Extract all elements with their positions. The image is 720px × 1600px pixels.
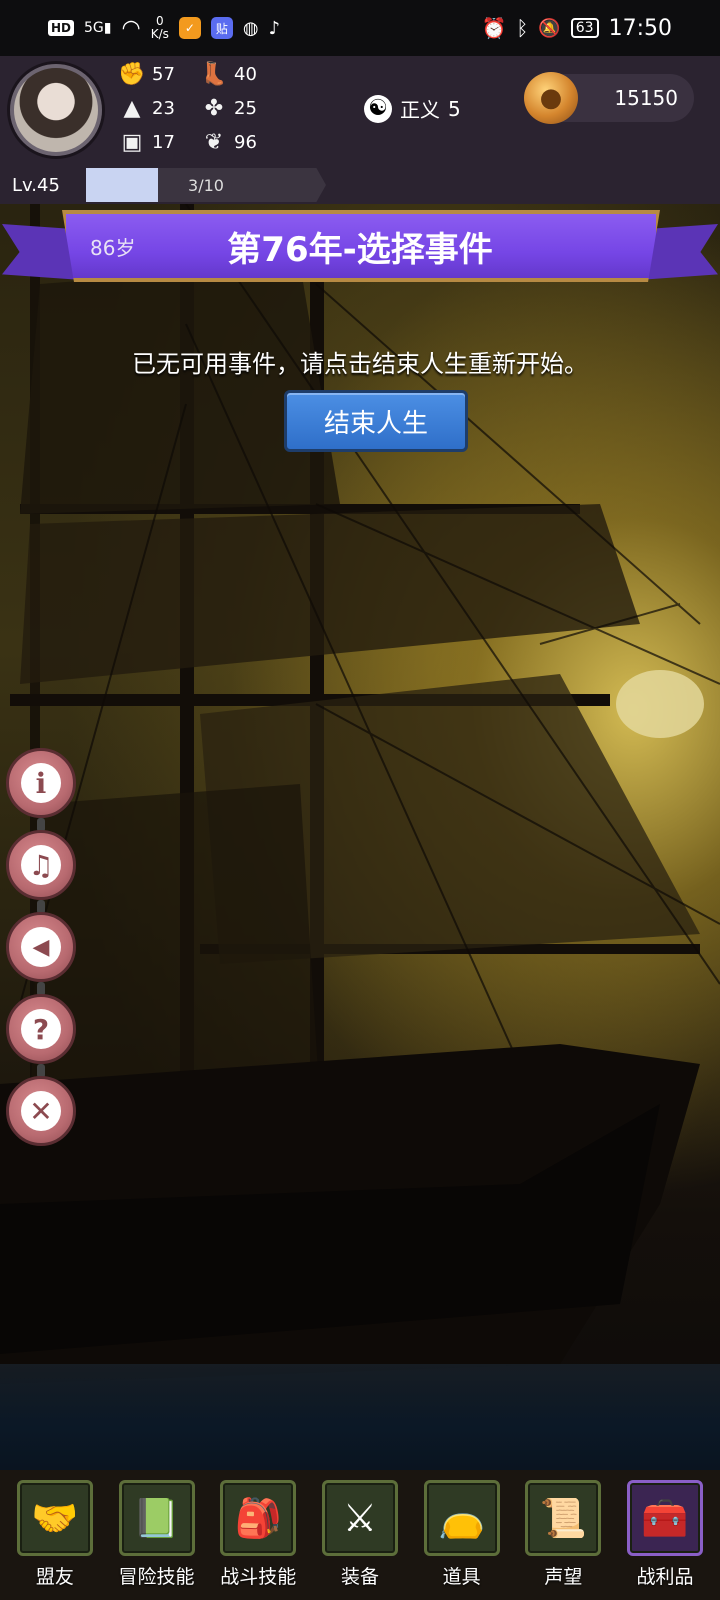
nav-loot[interactable]: 🧰 战利品 [617, 1480, 713, 1589]
info-icon: i [21, 763, 61, 803]
stat-value: 17 [152, 131, 175, 153]
hd-icon: HD [48, 20, 75, 36]
signal-label: 5G [84, 20, 104, 36]
bottom-nav: 🤝 盟友 📗 冒险技能 🎒 战斗技能 ⚔ 装备 👝 道具 📜 声望 🧰 战利品 [0, 1470, 720, 1600]
stat-value: 96 [234, 131, 257, 153]
boot-icon: 👢 [200, 61, 228, 87]
music-button[interactable]: ♫ [6, 830, 76, 900]
nav-label: 声望 [544, 1566, 583, 1588]
nav-allies[interactable]: 🤝 盟友 [7, 1480, 103, 1589]
wifi-icon: ◠ [121, 15, 141, 41]
book-icon: 📗 [118, 1480, 195, 1556]
close-icon: ✕ [21, 1091, 61, 1131]
sea-waves [0, 1364, 720, 1470]
sound-button[interactable]: ◀ [6, 912, 76, 982]
stat-luck: ✤ 25 [200, 94, 257, 122]
nav-combat-skills[interactable]: 🎒 战斗技能 [210, 1480, 306, 1589]
alignment-value: 5 [448, 96, 461, 121]
nav-label: 盟友 [35, 1566, 74, 1588]
stat-magic: ▲ 23 [118, 94, 175, 122]
wechat-icon: ◍ [242, 17, 259, 39]
stat-value: 57 [152, 63, 175, 85]
question-icon: ? [21, 1009, 61, 1049]
stat-value: 40 [234, 63, 257, 85]
stat-strength: ✊ 57 [118, 60, 175, 88]
fist-icon: ✊ [118, 61, 146, 87]
stat-value: 23 [152, 97, 175, 119]
pouch-icon: 👝 [423, 1480, 500, 1556]
year-title: 第76年-选择事件 [227, 230, 493, 270]
status-right: ⏰ ᛒ 🔕 63 17:50 [481, 16, 672, 41]
clover-icon: ✤ [204, 95, 224, 121]
end-life-button[interactable]: 结束人生 [284, 390, 468, 452]
help-button[interactable]: ? [6, 994, 76, 1064]
tieba-app-icon: 贴 [210, 17, 233, 39]
treasure-chest-icon: 🧰 [627, 1480, 704, 1556]
nav-label: 战利品 [636, 1566, 694, 1588]
xp-bar: 3/10 [86, 168, 326, 202]
speaker-icon: ◀ [21, 927, 61, 967]
bluetooth-icon: ᛒ [516, 16, 529, 40]
info-button[interactable]: i [6, 748, 76, 818]
player-panel: ✊ 57 👢 40 ▲ 23 ✤ 25 ▣ 17 ❦ 96 ☯ 正义 5 ● 1… [0, 56, 720, 204]
level-label: Lv.45 [12, 174, 60, 196]
status-left: HD 5G ▮ ◠ 0 K/s ✓ 贴 ◍ ♪ [48, 15, 280, 41]
nav-reputation[interactable]: 📜 声望 [515, 1480, 611, 1589]
avatar[interactable] [10, 64, 102, 156]
stat-agility: 👢 40 [200, 60, 257, 88]
stat-defense: ▣ 17 [118, 128, 175, 156]
close-button[interactable]: ✕ [6, 1076, 76, 1146]
coin-stack-icon: ● [524, 72, 578, 124]
net-speed-unit: K/s [150, 27, 169, 41]
net-speed: 0 K/s [151, 15, 169, 41]
status-bar: HD 5G ▮ ◠ 0 K/s ✓ 贴 ◍ ♪ ⏰ ᛒ 🔕 63 17:50 [0, 0, 720, 56]
nav-label: 冒险技能 [118, 1566, 195, 1588]
yin-yang-icon: ☯ [364, 94, 392, 123]
level-row: Lv.45 3/10 [0, 168, 330, 202]
tiktok-icon: ♪ [268, 17, 281, 39]
nav-label: 战斗技能 [220, 1566, 297, 1588]
wizard-hat-icon: ▲ [123, 95, 141, 121]
alignment-label: 正义 [400, 98, 440, 122]
alignment: ☯ 正义 5 [364, 94, 461, 123]
nav-equipment[interactable]: ⚔ 装备 [312, 1480, 408, 1589]
handshake-icon: 🤝 [16, 1480, 93, 1556]
laurel-icon: ❦ [204, 129, 224, 155]
clock: 17:50 [608, 15, 672, 41]
backpack-icon: 🎒 [220, 1480, 297, 1556]
no-events-message: 已无可用事件，请点击结束人生重新开始。 [132, 350, 588, 378]
music-note-icon: ♫ [21, 845, 61, 885]
title-ribbon: 86岁 第76年-选择事件 [0, 206, 720, 292]
checkmark-app-icon: ✓ [178, 17, 201, 39]
alarm-icon: ⏰ [481, 16, 507, 40]
gold-counter: ● 15150 [524, 72, 694, 124]
battery-icon: 63 [570, 18, 599, 38]
scroll-icon: 📜 [525, 1480, 602, 1556]
stat-charm: ❦ 96 [200, 128, 257, 156]
xp-text: 3/10 [188, 175, 224, 195]
signal-icon: 5G ▮ [84, 20, 112, 36]
gold-value: 15150 [614, 86, 678, 110]
nav-items[interactable]: 👝 道具 [414, 1480, 510, 1589]
mute-icon: 🔕 [538, 17, 561, 39]
nav-label: 道具 [442, 1566, 481, 1588]
swords-icon: ⚔ [321, 1480, 398, 1556]
stat-value: 25 [234, 97, 257, 119]
armor-icon: ▣ [121, 129, 143, 155]
nav-adventure-skills[interactable]: 📗 冒险技能 [109, 1480, 205, 1589]
nav-label: 装备 [340, 1566, 379, 1588]
